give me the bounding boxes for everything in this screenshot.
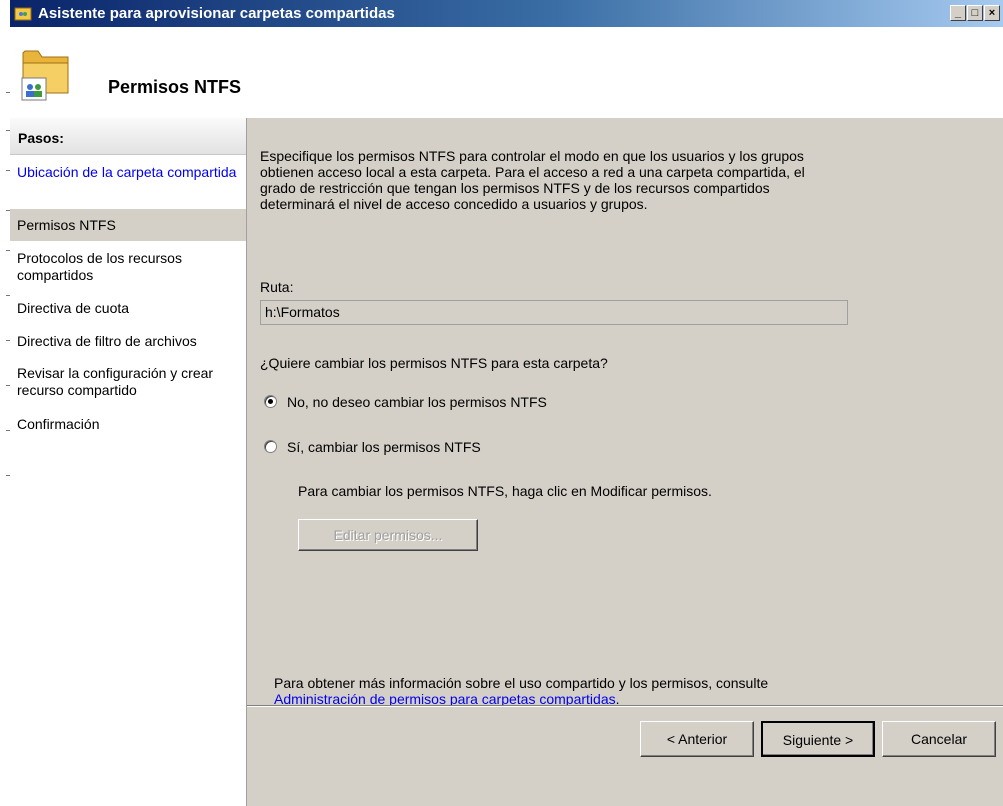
radio-no-change-label[interactable]: No, no deseo cambiar los permisos NTFS <box>287 394 547 410</box>
change-permissions-question: ¿Quiere cambiar los permisos NTFS para e… <box>260 355 608 371</box>
step-folder-location[interactable]: Ubicación de la carpeta compartida <box>10 164 246 181</box>
step-ntfs-permissions: Permisos NTFS <box>10 209 246 241</box>
steps-header: Pasos: <box>10 118 246 155</box>
maximize-button[interactable]: □ <box>967 5 983 21</box>
minimize-button[interactable]: _ <box>950 5 966 21</box>
step-file-screen-policy: Directiva de filtro de archivos <box>17 333 197 349</box>
steps-heading: Pasos: <box>18 130 64 146</box>
path-label: Ruta: <box>260 279 294 295</box>
steps-pane: Pasos: Ubicación de la carpeta compartid… <box>10 118 247 806</box>
shared-folder-icon <box>21 50 69 101</box>
radio-no-change[interactable] <box>264 395 277 408</box>
edit-permissions-hint: Para cambiar los permisos NTFS, haga cli… <box>298 483 712 499</box>
path-field[interactable]: h:\Formatos <box>260 300 848 325</box>
page-title: Permisos NTFS <box>108 77 242 97</box>
content-pane: Especifique los permisos NTFS para contr… <box>247 118 1003 806</box>
window-title: Asistente para aprovisionar carpetas com… <box>38 5 395 22</box>
step-share-protocols: Protocolos de los recursos compartidos <box>17 250 182 283</box>
footer-separator <box>247 705 1003 707</box>
intro-text: Especifique los permisos NTFS para contr… <box>260 148 805 212</box>
wizard-window: Asistente para aprovisionar carpetas com… <box>10 0 1003 806</box>
radio-change-label[interactable]: Sí, cambiar los permisos NTFS <box>287 439 481 455</box>
step-review-and-create: Revisar la configuración y crear recurso… <box>17 365 214 398</box>
next-button[interactable]: Siguiente > <box>761 721 875 757</box>
back-button[interactable]: < Anterior <box>640 721 754 757</box>
more-info-lead: Para obtener más información sobre el us… <box>274 675 769 691</box>
edit-permissions-button[interactable]: Editar permisos... <box>298 519 478 551</box>
step-quota-policy: Directiva de cuota <box>17 300 130 316</box>
wizard-header: Permisos NTFS <box>10 27 1003 119</box>
radio-change[interactable] <box>264 440 277 453</box>
close-button[interactable]: × <box>984 5 1000 21</box>
more-info-text: Para obtener más información sobre el us… <box>274 675 874 707</box>
wizard-app-icon <box>14 7 32 21</box>
step-confirmation: Confirmación <box>17 416 100 432</box>
title-bar[interactable]: Asistente para aprovisionar carpetas com… <box>10 0 1003 27</box>
cancel-button[interactable]: Cancelar <box>882 721 996 757</box>
